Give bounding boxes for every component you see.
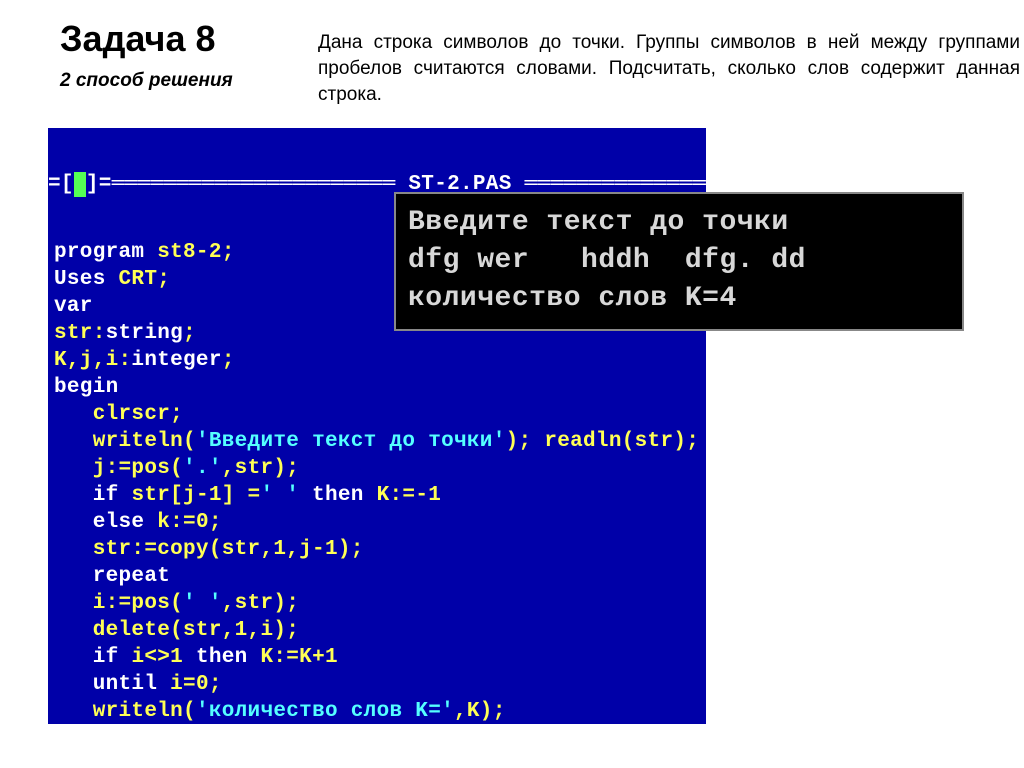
ide-title-left2: ]=	[86, 173, 112, 196]
code-token	[54, 700, 93, 723]
code-line: clrscr;	[54, 401, 700, 428]
code-token: ;	[686, 430, 699, 453]
code-token: ' '	[183, 592, 222, 615]
code-token: else	[93, 511, 158, 534]
code-token	[54, 484, 93, 507]
code-token: ' '	[260, 484, 299, 507]
code-token: program	[54, 241, 157, 264]
task-subtitle: 2 способ решения	[60, 70, 233, 92]
code-token: ;	[222, 349, 235, 372]
problem-statement: Дана строка символов до точки. Группы си…	[318, 30, 1020, 109]
code-line: K,j,i:integer;	[54, 347, 700, 374]
code-token	[54, 565, 93, 588]
code-token: begin	[54, 376, 119, 399]
code-token: clrscr	[93, 403, 170, 426]
code-token: K,j,i	[54, 349, 119, 372]
code-token	[54, 646, 93, 669]
code-token: writeln	[93, 700, 183, 723]
code-token: (	[183, 430, 196, 453]
code-token: str[j-1] =	[131, 484, 260, 507]
code-line: else k:=0;	[54, 509, 700, 536]
code-token: K:=-1	[377, 484, 442, 507]
console-line-2: dfg wer hddh dfg. dd	[408, 245, 806, 276]
code-line: if str[j-1] =' ' then K:=-1	[54, 482, 700, 509]
code-token	[54, 619, 93, 642]
code-token: until	[93, 673, 170, 696]
code-line: begin	[54, 374, 700, 401]
code-token: CRT	[119, 268, 158, 291]
code-token: :	[119, 349, 132, 372]
code-token: '.'	[183, 457, 222, 480]
code-token: k:=0;	[157, 511, 222, 534]
task-title: Задача 8	[60, 20, 233, 58]
code-token: then	[312, 484, 377, 507]
code-line: writeln('Введите текст до точки'); readl…	[54, 428, 700, 455]
code-token: ,str);	[222, 457, 299, 480]
code-token: ;	[222, 241, 235, 264]
code-token	[299, 484, 312, 507]
code-token: ,str);	[222, 592, 299, 615]
code-line: delete(str,1,i);	[54, 617, 700, 644]
code-token: repeat	[93, 565, 170, 588]
code-token: ;	[157, 268, 170, 291]
code-token	[54, 430, 93, 453]
code-token: var	[54, 295, 93, 318]
code-line: repeat	[54, 563, 700, 590]
problem-header: Задача 8 2 способ решения	[60, 20, 233, 92]
code-line: if i<>1 then K:=K+1	[54, 644, 700, 671]
ide-close-icon[interactable]	[74, 172, 86, 197]
ide-title-left: =[	[48, 173, 74, 196]
code-token: str	[54, 322, 93, 345]
code-token	[54, 403, 93, 426]
code-token	[54, 511, 93, 534]
code-line: writeln('количество слов K=',K);	[54, 698, 700, 724]
code-token: ;	[183, 322, 196, 345]
code-token: integer	[131, 349, 221, 372]
console-output: Введите текст до точки dfg wer hddh dfg.…	[394, 192, 964, 331]
code-line: str:=copy(str,1,j-1);	[54, 536, 700, 563]
code-token: i<>1	[131, 646, 196, 669]
code-token: :	[93, 322, 106, 345]
code-line: j:=pos('.',str);	[54, 455, 700, 482]
console-line-3: количество слов K=4	[408, 283, 737, 314]
code-token: ;	[519, 430, 532, 453]
code-token: string	[106, 322, 183, 345]
code-token: (	[183, 700, 196, 723]
code-token: if	[93, 646, 132, 669]
code-token: readln	[531, 430, 621, 453]
code-token: 'количество слов K='	[196, 700, 454, 723]
code-token: if	[93, 484, 132, 507]
code-token: (	[622, 430, 635, 453]
code-token: ;	[170, 403, 183, 426]
code-token	[54, 592, 93, 615]
code-token: str	[635, 430, 674, 453]
code-token	[54, 457, 93, 480]
code-token: )	[673, 430, 686, 453]
code-token: st8-2	[157, 241, 222, 264]
code-line: i:=pos(' ',str);	[54, 590, 700, 617]
code-token: i:=pos(	[93, 592, 183, 615]
code-token: j:=pos(	[93, 457, 183, 480]
code-line: until i=0;	[54, 671, 700, 698]
code-token: 'Введите текст до точки'	[196, 430, 506, 453]
console-line-1: Введите текст до точки	[408, 207, 789, 238]
code-token: Uses	[54, 268, 119, 291]
code-token: i=0;	[170, 673, 222, 696]
code-token: str:=copy(str,1,j-1);	[93, 538, 364, 561]
code-token: then	[196, 646, 261, 669]
code-token: ,K);	[454, 700, 506, 723]
code-token: )	[506, 430, 519, 453]
code-token: K:=K+1	[260, 646, 337, 669]
code-token	[54, 673, 93, 696]
code-token: delete(str,1,i);	[93, 619, 299, 642]
code-token	[54, 538, 93, 561]
ide-title-midfill: ══════════════════════	[112, 173, 396, 196]
code-token: writeln	[93, 430, 183, 453]
